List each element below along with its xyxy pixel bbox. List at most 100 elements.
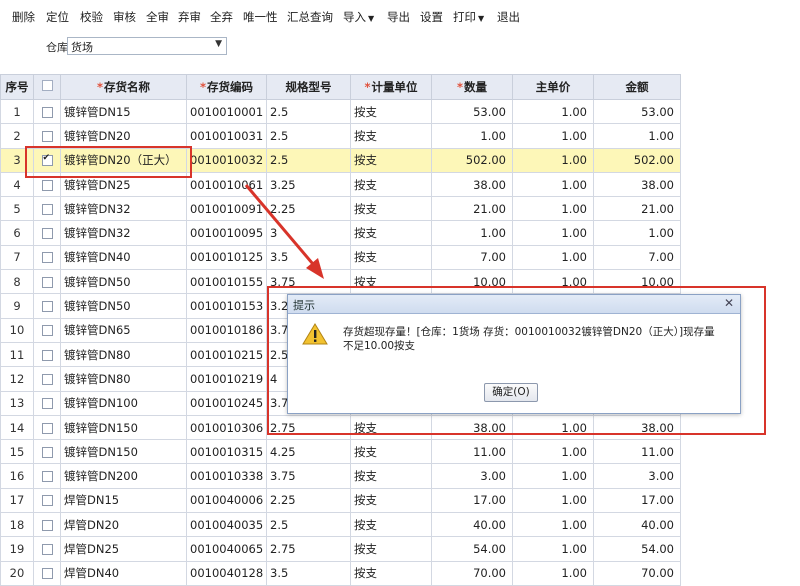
table-row[interactable]: 1 镀锌管DN15 0010010001 2.5 按支 53.00 1.00 53.00 (0, 98, 681, 125)
header-qty[interactable]: *数量 (431, 74, 513, 100)
row-spec[interactable]: 3.75 (266, 463, 351, 489)
table-row[interactable]: 15 镀锌管DN150 0010010315 4.25 按支 11.00 1.00 11.00 (0, 439, 681, 465)
row-seq[interactable]: 8 (0, 269, 34, 295)
row-qty[interactable]: 7.00 (431, 244, 513, 271)
header-select-all[interactable] (33, 74, 61, 100)
audit-all-button[interactable]: 全审 (146, 9, 169, 25)
row-spec[interactable]: 2.75 (266, 536, 351, 562)
check-button[interactable]: 校验 (80, 9, 103, 25)
row-amount[interactable]: 7.00 (593, 244, 681, 271)
row-checkbox[interactable] (33, 390, 61, 416)
row-unit[interactable]: 按支 (350, 487, 432, 514)
row-amount[interactable]: 21.00 (593, 196, 681, 222)
row-unit-price[interactable]: 1.00 (512, 244, 594, 271)
row-amount[interactable]: 70.00 (593, 560, 681, 586)
row-select-checkbox[interactable] (41, 106, 53, 118)
row-seq[interactable]: 15 (0, 439, 34, 465)
row-seq[interactable]: 14 (0, 414, 34, 441)
row-code[interactable]: 0010010338 (186, 463, 267, 489)
row-checkbox[interactable] (33, 439, 61, 465)
row-seq[interactable]: 6 (0, 220, 34, 246)
row-unit-price[interactable]: 1.00 (512, 512, 594, 538)
row-checkbox[interactable] (33, 560, 61, 586)
row-qty[interactable]: 1.00 (431, 220, 513, 246)
row-unit[interactable]: 按支 (350, 98, 432, 125)
row-seq[interactable]: 1 (0, 98, 34, 125)
row-spec[interactable]: 3.25 (266, 171, 351, 198)
row-checkbox[interactable] (33, 123, 61, 149)
row-select-checkbox[interactable] (41, 446, 53, 458)
row-seq[interactable]: 17 (0, 487, 34, 514)
row-unit[interactable]: 按支 (350, 560, 432, 586)
row-unit[interactable]: 按支 (350, 536, 432, 562)
row-name[interactable]: 镀锌管DN65 (60, 317, 187, 343)
row-amount[interactable]: 38.00 (593, 171, 681, 198)
header-amount[interactable]: 金额 (593, 74, 681, 100)
row-unit[interactable]: 按支 (350, 244, 432, 271)
row-code[interactable]: 0010010153 (186, 293, 267, 319)
table-row[interactable]: 7 镀锌管DN40 0010010125 3.5 按支 7.00 1.00 7.00 (0, 244, 681, 271)
row-amount[interactable]: 11.00 (593, 439, 681, 465)
row-select-checkbox[interactable] (41, 349, 53, 361)
unique-button[interactable]: 唯一性 (243, 9, 278, 25)
row-code[interactable]: 0010010245 (186, 390, 267, 416)
row-code[interactable]: 0010040065 (186, 536, 267, 562)
row-unit[interactable]: 按支 (350, 512, 432, 538)
row-spec[interactable]: 2.25 (266, 487, 351, 514)
row-seq[interactable]: 7 (0, 244, 34, 271)
row-code[interactable]: 0010010031 (186, 123, 267, 149)
header-name[interactable]: *存货名称 (60, 74, 187, 100)
row-amount[interactable]: 17.00 (593, 487, 681, 514)
row-qty[interactable]: 40.00 (431, 512, 513, 538)
row-unit-price[interactable]: 1.00 (512, 220, 594, 246)
row-spec[interactable]: 3.5 (266, 244, 351, 271)
row-amount[interactable]: 3.00 (593, 463, 681, 489)
row-checkbox[interactable] (33, 196, 61, 222)
row-unit-price[interactable]: 1.00 (512, 463, 594, 489)
abandon-all-button[interactable]: 全弃 (210, 9, 233, 25)
row-seq[interactable]: 16 (0, 463, 34, 489)
row-spec[interactable]: 2.5 (266, 98, 351, 125)
import-button[interactable]: 导入 ▼ (343, 9, 374, 25)
table-row[interactable]: 20 焊管DN40 0010040128 3.5 按支 70.00 1.00 70.00 (0, 560, 681, 586)
row-select-checkbox[interactable] (41, 130, 53, 142)
row-unit[interactable]: 按支 (350, 439, 432, 465)
row-name[interactable]: 镀锌管DN50 (60, 293, 187, 319)
export-button[interactable]: 导出 (387, 9, 410, 25)
row-checkbox[interactable] (33, 512, 61, 538)
row-amount[interactable]: 53.00 (593, 98, 681, 125)
row-name[interactable]: 镀锌管DN32 (60, 196, 187, 222)
row-select-checkbox[interactable] (41, 276, 53, 288)
row-select-checkbox[interactable] (41, 252, 53, 264)
row-seq[interactable]: 9 (0, 293, 34, 319)
row-checkbox[interactable] (33, 317, 61, 343)
header-unit[interactable]: *计量单位 (350, 74, 432, 100)
table-row[interactable]: 19 焊管DN25 0010040065 2.75 按支 54.00 1.00 54.00 (0, 536, 681, 562)
locate-button[interactable]: 定位 (46, 9, 69, 25)
row-name[interactable]: 镀锌管DN100 (60, 390, 187, 416)
row-unit[interactable]: 按支 (350, 196, 432, 222)
row-checkbox[interactable] (33, 463, 61, 489)
row-code[interactable]: 0010040128 (186, 560, 267, 586)
row-unit[interactable]: 按支 (350, 220, 432, 246)
row-select-checkbox[interactable] (41, 568, 53, 580)
row-unit[interactable]: 按支 (350, 123, 432, 149)
row-checkbox[interactable] (33, 414, 61, 441)
row-amount[interactable]: 40.00 (593, 512, 681, 538)
row-checkbox[interactable] (33, 366, 61, 392)
row-unit-price[interactable]: 1.00 (512, 147, 594, 173)
row-code[interactable]: 0010010306 (186, 414, 267, 441)
row-unit-price[interactable]: 1.00 (512, 98, 594, 125)
row-name[interactable]: 镀锌管DN80 (60, 341, 187, 368)
row-qty[interactable]: 11.00 (431, 439, 513, 465)
row-code[interactable]: 0010010155 (186, 269, 267, 295)
print-button[interactable]: 打印 ▼ (453, 9, 484, 25)
row-unit[interactable]: 按支 (350, 463, 432, 489)
row-seq[interactable]: 10 (0, 317, 34, 343)
row-code[interactable]: 0010040006 (186, 487, 267, 514)
row-unit-price[interactable]: 1.00 (512, 560, 594, 586)
row-seq[interactable]: 13 (0, 390, 34, 416)
header-code[interactable]: *存货编码 (186, 74, 267, 100)
row-qty[interactable]: 21.00 (431, 196, 513, 222)
summary-query-button[interactable]: 汇总查询 (287, 9, 333, 25)
